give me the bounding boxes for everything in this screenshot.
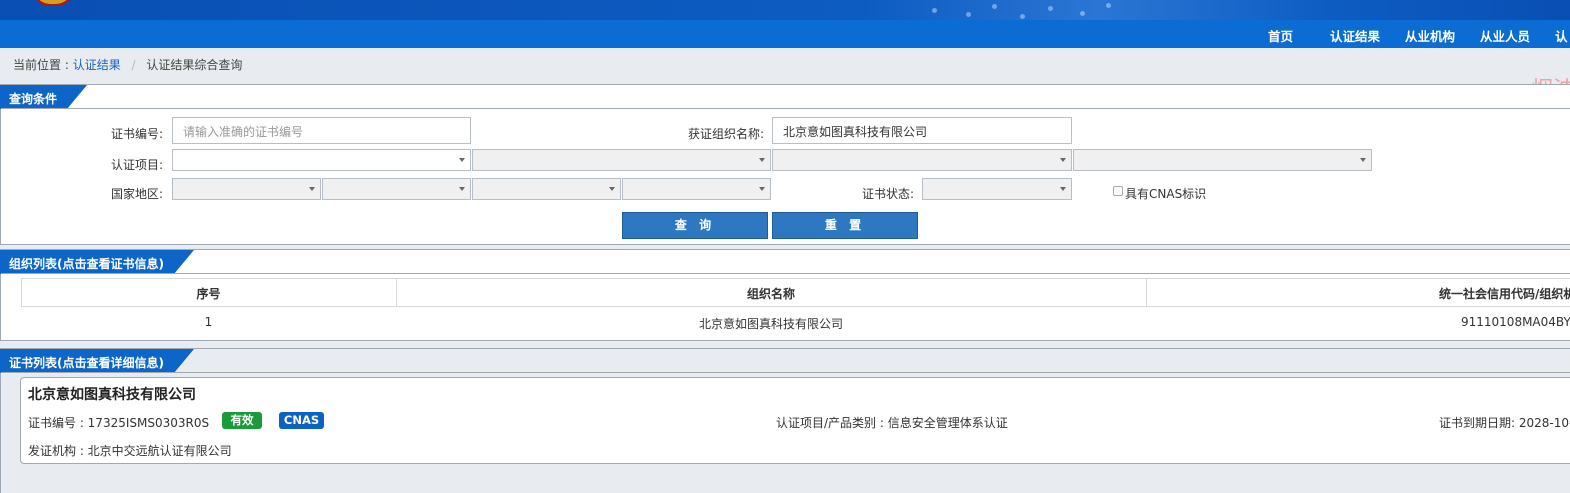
- reset-button[interactable]: 重 置: [772, 212, 918, 239]
- status-label: 证书状态:: [861, 187, 914, 201]
- cert-no-input[interactable]: 请输入准确的证书编号: [172, 117, 471, 144]
- nav-more[interactable]: 认: [1555, 26, 1568, 45]
- org-name-input[interactable]: 北京意如图真科技有限公司: [772, 117, 1072, 144]
- row-index: 1: [204, 315, 213, 329]
- cert-list-tab: 证书列表(点击查看详细信息): [0, 349, 194, 373]
- header-banner: [0, 0, 1570, 20]
- chevron-down-icon: [1360, 158, 1366, 162]
- cert-card[interactable]: 北京意如图真科技有限公司 证书编号 : 17325ISMS0303R0S 有效 …: [20, 377, 1570, 464]
- breadcrumb-separator: /: [131, 58, 136, 72]
- chevron-down-icon: [1060, 158, 1066, 162]
- chevron-down-icon: [459, 187, 465, 191]
- cert-expiry: 证书到期日期: 2028-10-2: [1439, 416, 1570, 430]
- row-org-name[interactable]: 北京意如图真科技有限公司: [396, 315, 1146, 332]
- chevron-down-icon: [759, 158, 765, 162]
- national-emblem-icon: [32, 0, 74, 6]
- breadcrumb: 当前位置 : 认证结果 / 认证结果综合查询: [13, 56, 242, 73]
- nav-cert-results[interactable]: 认证结果: [1330, 26, 1380, 45]
- project-select-3[interactable]: [772, 149, 1072, 171]
- query-panel-divider: [1, 108, 1570, 109]
- query-panel: 查询条件 证书编号: 请输入准确的证书编号 获证组织名称: 北京意如图真科技有限…: [0, 84, 1570, 245]
- breadcrumb-link[interactable]: 认证结果: [73, 58, 121, 72]
- chevron-down-icon: [459, 158, 465, 162]
- query-button[interactable]: 查 询: [622, 212, 768, 239]
- region-label: 国家地区:: [110, 187, 163, 201]
- banner-decoration: [930, 0, 1130, 20]
- project-select-4[interactable]: [1073, 149, 1372, 171]
- status-badge: 有效: [222, 412, 262, 429]
- cert-issuer: 发证机构 : 北京中交远航认证有限公司: [28, 444, 232, 458]
- column-header-org-name: 组织名称: [746, 287, 795, 301]
- org-name-label: 获证组织名称:: [687, 127, 764, 141]
- region-select-2[interactable]: [322, 178, 471, 200]
- region-select-4[interactable]: [622, 178, 771, 200]
- nav-personnel[interactable]: 从业人员: [1480, 26, 1530, 45]
- cnas-checkbox[interactable]: [1113, 186, 1123, 196]
- cnas-checkbox-label: 具有CNAS标识: [1125, 187, 1207, 201]
- org-list-divider: [1, 273, 1570, 274]
- query-panel-tab: 查询条件: [0, 85, 87, 109]
- nav-home[interactable]: 首页: [1268, 26, 1293, 45]
- column-header-index: 序号: [196, 287, 221, 301]
- project-select-1[interactable]: [172, 149, 471, 171]
- status-select[interactable]: [922, 178, 1072, 200]
- chevron-down-icon: [1060, 187, 1066, 191]
- table-col-divider: [1146, 278, 1147, 306]
- project-label: 认证项目:: [110, 158, 163, 172]
- cnas-badge: CNAS: [279, 412, 324, 429]
- cert-number: 证书编号 : 17325ISMS0303R0S: [28, 416, 210, 430]
- column-header-credit-code: 统一社会信用代码/组织机: [1439, 287, 1570, 301]
- region-select-1[interactable]: [172, 178, 321, 200]
- breadcrumb-prefix: 当前位置 :: [13, 58, 69, 72]
- cert-list-divider: [1, 372, 1570, 373]
- region-select-3[interactable]: [472, 178, 621, 200]
- cert-project: 认证项目/产品类别 : 信息安全管理体系认证: [776, 416, 1008, 430]
- chevron-down-icon: [309, 187, 315, 191]
- chevron-down-icon: [609, 187, 615, 191]
- org-list-panel: 组织列表(点击查看证书信息) 序号 组织名称 统一社会信用代码/组织机 1 北京…: [0, 249, 1570, 341]
- main-navbar: 首页 认证结果 从业机构 从业人员 认: [0, 20, 1570, 48]
- nav-institutions[interactable]: 从业机构: [1405, 26, 1455, 45]
- table-border-top: [21, 278, 1570, 279]
- org-list-tab: 组织列表(点击查看证书信息): [0, 250, 194, 274]
- breadcrumb-current: 认证结果综合查询: [146, 58, 243, 72]
- cert-company-name: 北京意如图真科技有限公司: [28, 387, 196, 403]
- row-credit-code: 91110108MA04BYT0: [1461, 315, 1570, 329]
- project-select-2[interactable]: [472, 149, 771, 171]
- cert-no-label: 证书编号:: [110, 127, 163, 141]
- table-header-divider: [21, 306, 1570, 307]
- chevron-down-icon: [759, 187, 765, 191]
